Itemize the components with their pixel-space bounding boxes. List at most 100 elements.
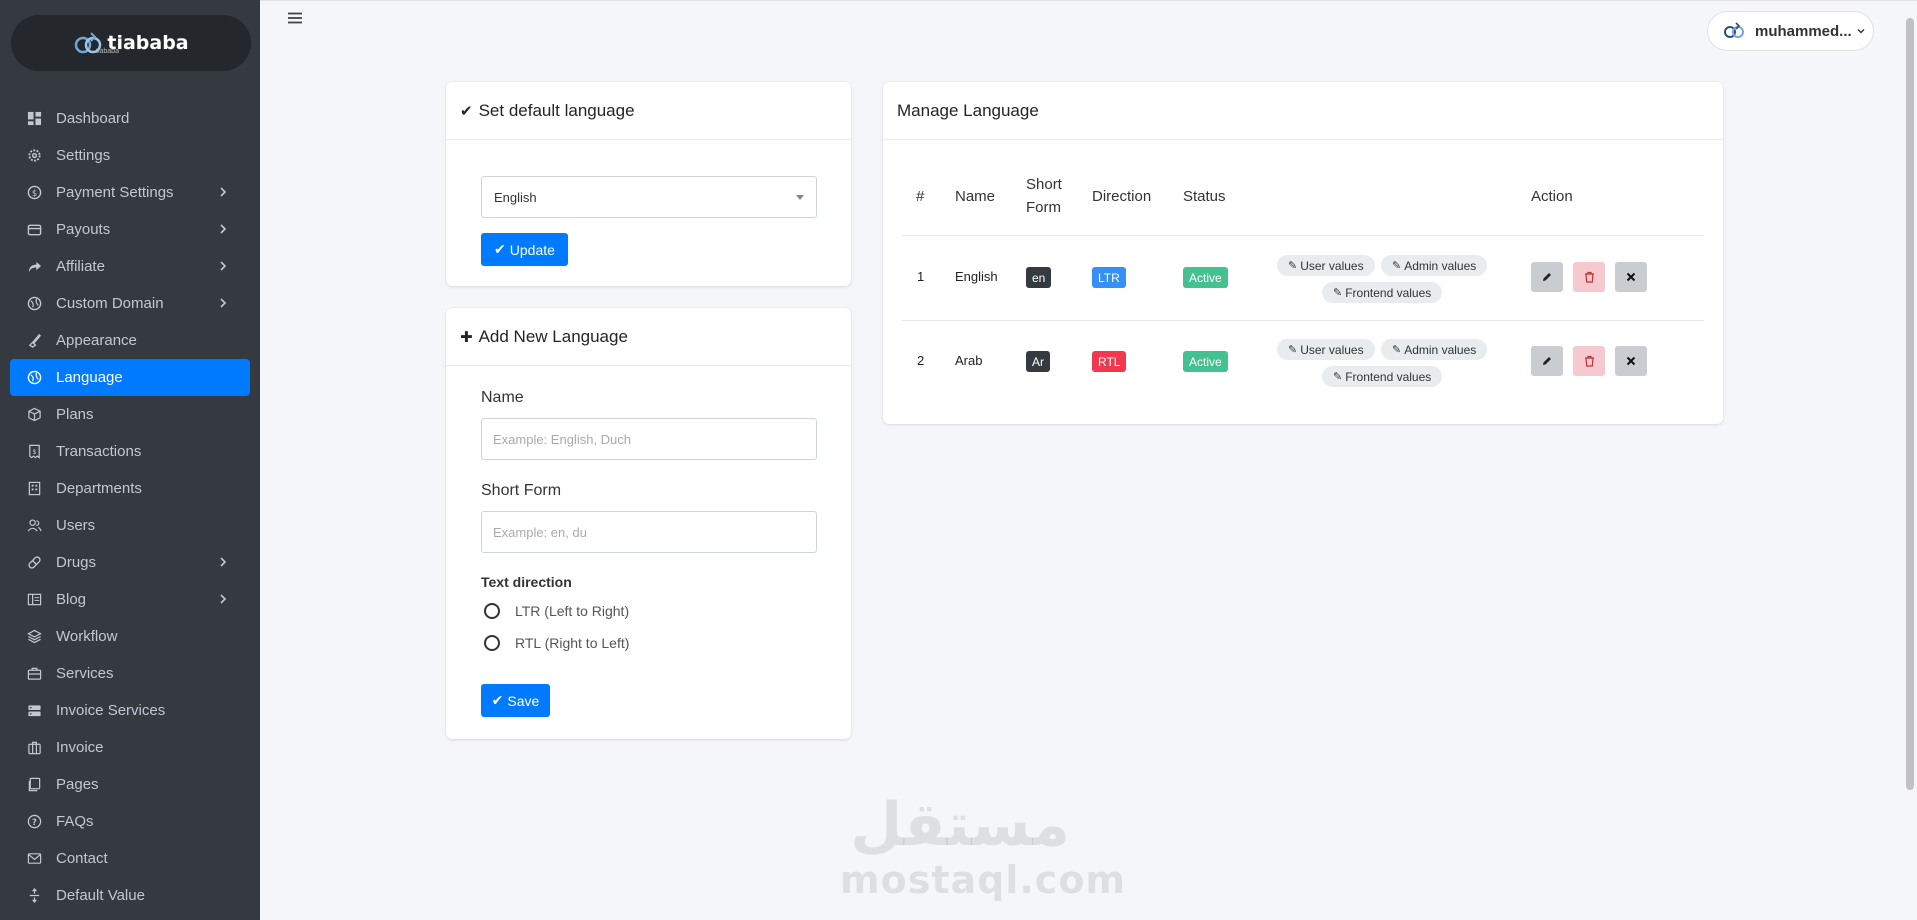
sidebar-item-contact[interactable]: Contact bbox=[10, 840, 250, 877]
pill-label: User values bbox=[1300, 258, 1364, 273]
pill-label: User values bbox=[1300, 342, 1364, 357]
blog-icon bbox=[26, 592, 42, 608]
close-button[interactable] bbox=[1615, 346, 1647, 376]
gear-icon bbox=[26, 148, 42, 164]
menu-icon[interactable] bbox=[287, 10, 303, 26]
save-button[interactable]: ✔ Save bbox=[481, 684, 550, 717]
svg-text:$: $ bbox=[32, 449, 36, 456]
watermark-arabic: مستقل bbox=[850, 790, 1070, 860]
short-form-placeholder: Example: en, du bbox=[493, 524, 587, 540]
sidebar-item-language[interactable]: Language bbox=[10, 359, 250, 396]
delete-button[interactable] bbox=[1573, 346, 1605, 376]
sidebar-item-pages[interactable]: Pages bbox=[10, 766, 250, 803]
user-menu[interactable]: muhammed... bbox=[1707, 11, 1874, 51]
sidebar-item-dashboard[interactable]: Dashboard bbox=[10, 100, 250, 137]
topbar-border bbox=[260, 0, 1917, 1]
delete-button[interactable] bbox=[1573, 262, 1605, 292]
rtl-radio[interactable]: RTL (Right to Left) bbox=[484, 635, 629, 651]
sidebar-item-label: Dashboard bbox=[56, 110, 130, 127]
pencil-icon: ✎ bbox=[1333, 371, 1343, 383]
sidebar-item-label: Affiliate bbox=[56, 258, 105, 275]
add-language-card: ✚ Add New Language Name Example: English… bbox=[446, 308, 851, 739]
radio-button[interactable] bbox=[484, 635, 500, 651]
update-button[interactable]: ✔ Update bbox=[481, 233, 568, 266]
edit-button[interactable] bbox=[1531, 262, 1563, 292]
brand-logo[interactable]: tiababa tiababa bbox=[11, 15, 251, 71]
sidebar-item-invoice[interactable]: Invoice bbox=[10, 729, 250, 766]
sidebar-item-default-value[interactable]: Default Value bbox=[10, 877, 250, 914]
sidebar-item-invoice-services[interactable]: Invoice Services bbox=[10, 692, 250, 729]
name-input[interactable]: Example: English, Duch bbox=[481, 418, 817, 460]
card-title: Manage Language bbox=[897, 100, 1039, 120]
sidebar-item-payouts[interactable]: Payouts bbox=[10, 211, 250, 248]
ltr-radio[interactable]: LTR (Left to Right) bbox=[484, 603, 629, 619]
sidebar-item-departments[interactable]: Departments bbox=[10, 470, 250, 507]
radio-button[interactable] bbox=[484, 603, 500, 619]
sidebar-item-blog[interactable]: Blog bbox=[10, 581, 250, 618]
trash-icon bbox=[1584, 355, 1594, 367]
envelope-icon bbox=[26, 851, 42, 867]
short-form-input[interactable]: Example: en, du bbox=[481, 511, 817, 553]
card-header: ✚ Add New Language bbox=[446, 308, 851, 366]
short-form-label: Short Form bbox=[481, 482, 562, 499]
frontend-values-button[interactable]: ✎ Frontend values bbox=[1322, 366, 1443, 387]
sidebar: tiababa tiababa Dashboard Settings $ Pay… bbox=[0, 0, 260, 920]
sidebar-item-workflow[interactable]: Workflow bbox=[10, 618, 250, 655]
short-form-badge: en bbox=[1026, 267, 1052, 288]
close-button[interactable] bbox=[1615, 262, 1647, 292]
sidebar-item-appearance[interactable]: Appearance bbox=[10, 322, 250, 359]
sidebar-item-label: Drugs bbox=[56, 554, 97, 571]
user-values-button[interactable]: ✎ User values bbox=[1277, 339, 1375, 360]
pill-label: Frontend values bbox=[1345, 369, 1432, 384]
avatar bbox=[1722, 19, 1746, 43]
default-language-select[interactable]: English bbox=[481, 176, 817, 218]
sidebar-item-payment-settings[interactable]: $ Payment Settings bbox=[10, 174, 250, 211]
cube-icon bbox=[26, 407, 42, 423]
default-language-card: ✔ Set default language English ✔ Update bbox=[446, 82, 851, 286]
admin-values-button[interactable]: ✎ Admin values bbox=[1381, 255, 1488, 276]
card-title: Add New Language bbox=[478, 326, 628, 346]
dollar-icon: $ bbox=[26, 185, 42, 201]
sidebar-item-drugs[interactable]: Drugs bbox=[10, 544, 250, 581]
sidebar-item-label: Settings bbox=[56, 147, 111, 164]
sidebar-item-plans[interactable]: Plans bbox=[10, 396, 250, 433]
watermark-text: mostaql.com bbox=[840, 858, 1127, 902]
user-values-button[interactable]: ✎ User values bbox=[1277, 255, 1375, 276]
text-direction-label: Text direction bbox=[481, 574, 572, 590]
edit-button[interactable] bbox=[1531, 346, 1563, 376]
users-icon bbox=[26, 518, 42, 534]
brand-subtitle: tiababa bbox=[96, 48, 119, 55]
pencil-icon: ✎ bbox=[1333, 287, 1343, 299]
sidebar-item-transactions[interactable]: $ Transactions bbox=[10, 433, 250, 470]
sidebar-item-label: Users bbox=[56, 517, 96, 534]
col-header-action: Action bbox=[1531, 188, 1573, 205]
sidebar-item-users[interactable]: Users bbox=[10, 507, 250, 544]
row-num: 2 bbox=[917, 353, 925, 368]
chevron-down-icon bbox=[1857, 29, 1865, 34]
chevron-right-icon bbox=[220, 557, 227, 567]
sidebar-item-label: Blog bbox=[56, 591, 87, 608]
col-header-name: Name bbox=[955, 188, 996, 205]
select-value: English bbox=[494, 189, 537, 205]
sidebar-item-custom-domain[interactable]: Custom Domain bbox=[10, 285, 250, 322]
brush-icon bbox=[26, 333, 42, 349]
radio-label: LTR (Left to Right) bbox=[515, 603, 630, 619]
scrollbar[interactable] bbox=[1906, 18, 1914, 790]
sidebar-item-label: Invoice bbox=[56, 739, 104, 756]
sidebar-item-settings[interactable]: Settings bbox=[10, 137, 250, 174]
col-header-status: Status bbox=[1183, 188, 1226, 205]
question-icon: ? bbox=[26, 814, 42, 830]
globe-icon bbox=[26, 370, 42, 386]
pencil-icon: ✎ bbox=[1392, 260, 1402, 272]
sidebar-item-label: Transactions bbox=[56, 443, 142, 460]
card-title: Set default language bbox=[478, 100, 635, 120]
sidebar-item-affiliate[interactable]: Affiliate bbox=[10, 248, 250, 285]
col-header-num: # bbox=[916, 188, 925, 205]
sidebar-item-faqs[interactable]: ? FAQs bbox=[10, 803, 250, 840]
short-form-badge: Ar bbox=[1026, 351, 1050, 372]
chevron-right-icon bbox=[220, 594, 227, 604]
admin-values-button[interactable]: ✎ Admin values bbox=[1381, 339, 1488, 360]
sidebar-item-services[interactable]: Services bbox=[10, 655, 250, 692]
frontend-values-button[interactable]: ✎ Frontend values bbox=[1322, 282, 1443, 303]
globe-icon bbox=[26, 296, 42, 312]
